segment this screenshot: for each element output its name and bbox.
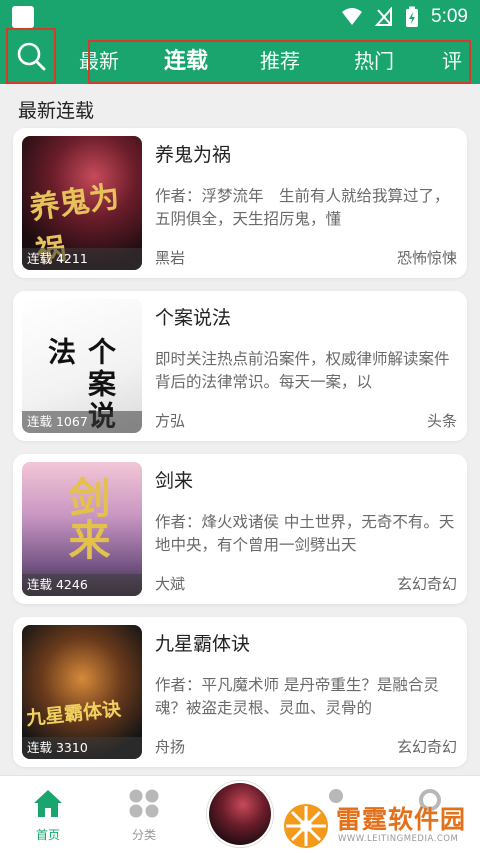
book-cover: 九星霸体诀 连载 3310 <box>22 625 142 759</box>
serial-badge: 连载 4246 <box>22 574 142 596</box>
book-author: 方弘 <box>155 412 186 430</box>
book-author: 舟扬 <box>155 738 186 756</box>
wifi-icon <box>342 8 363 25</box>
no-signal-icon <box>375 7 393 26</box>
nav-category[interactable]: 分类 <box>114 788 174 843</box>
watermark-text: 雷霆软件园 <box>336 805 467 834</box>
book-title: 个案说法 <box>155 307 232 329</box>
book-author: 大斌 <box>155 575 186 593</box>
clock: 5:09 <box>431 6 468 27</box>
serial-badge: 连载 1067 <box>22 411 142 433</box>
serial-badge: 连载 3310 <box>22 737 142 759</box>
status-bar: 5:09 <box>0 0 480 34</box>
book-description: 作者：浮梦流年 生前有人就给我算过了，五阴俱全，天生招厉鬼，懂 <box>155 187 450 228</box>
book-card[interactable]: 个案说法 连载 1067 个案说法 即时关注热点前沿案件，权威律师解读案件背后的… <box>13 291 467 441</box>
book-cover: 养鬼为祸 连载 4211 <box>22 136 142 270</box>
book-description: 作者：平凡魔术师 是丹帝重生？是融合灵魂？被盗走灵根、灵血、灵骨的 <box>155 676 439 717</box>
book-title: 剑来 <box>155 470 194 492</box>
watermark: 雷霆软件园 WWW.LEITINGMEDIA.COM <box>282 796 478 852</box>
nav-label: 分类 <box>131 828 156 842</box>
category-grid-icon <box>129 789 159 818</box>
battery-charging-icon <box>406 6 419 27</box>
book-category: 玄幻奇幻 <box>396 575 457 593</box>
tab-review[interactable]: 评 <box>422 45 480 74</box>
book-card[interactable]: 养鬼为祸 连载 4211 养鬼为祸 作者：浮梦流年 生前有人就给我算过了，五阴俱… <box>13 128 467 278</box>
home-icon <box>34 790 62 817</box>
book-description: 即时关注热点前沿案件，权威律师解读案件背后的法律常识。每天一案，以 <box>155 350 450 391</box>
top-tab-bar: 最新 连载 推荐 热门 评 <box>0 34 480 84</box>
book-title: 养鬼为祸 <box>155 144 232 166</box>
section-title: 最新连载 <box>18 100 95 122</box>
book-author: 黑岩 <box>155 249 186 267</box>
book-category: 玄幻奇幻 <box>396 738 457 756</box>
cover-title-art: 剑来 <box>62 476 111 560</box>
search-button[interactable] <box>6 28 56 84</box>
tab-recommend[interactable]: 推荐 <box>234 45 326 74</box>
book-cover: 个案说法 连载 1067 <box>22 299 142 433</box>
category-tabs: 最新 连载 推荐 热门 评 <box>60 34 480 84</box>
serial-badge: 连载 4211 <box>22 248 142 270</box>
book-card[interactable]: 剑来 连载 4246 剑来 作者：烽火戏诸侯 中土世界，无奇不有。天地中央，有个… <box>13 454 467 604</box>
book-title: 九星霸体诀 <box>155 633 251 655</box>
watermark-url: WWW.LEITINGMEDIA.COM <box>338 834 459 844</box>
book-category: 头条 <box>426 412 457 430</box>
book-description: 作者：烽火戏诸侯 中土世界，无奇不有。天地中央，有个曾用一剑劈出天 <box>155 513 455 554</box>
current-book-thumbnail[interactable] <box>207 781 273 847</box>
book-cover: 剑来 连载 4246 <box>22 462 142 596</box>
status-icons: 5:09 <box>341 4 468 30</box>
nav-home[interactable]: 首页 <box>18 788 78 843</box>
cover-title-art: 九星霸体诀 <box>25 698 123 730</box>
nav-label: 首页 <box>35 828 60 842</box>
app-notification-icon <box>12 6 34 28</box>
book-category: 恐怖惊悚 <box>396 249 457 267</box>
watermark-logo-icon <box>284 804 328 848</box>
tab-serial[interactable]: 连载 <box>138 43 234 75</box>
tab-hot[interactable]: 热门 <box>326 45 422 74</box>
book-card[interactable]: 九星霸体诀 连载 3310 九星霸体诀 作者：平凡魔术师 是丹帝重生？是融合灵魂… <box>13 617 467 767</box>
search-icon <box>17 42 46 71</box>
tab-latest[interactable]: 最新 <box>60 45 138 74</box>
